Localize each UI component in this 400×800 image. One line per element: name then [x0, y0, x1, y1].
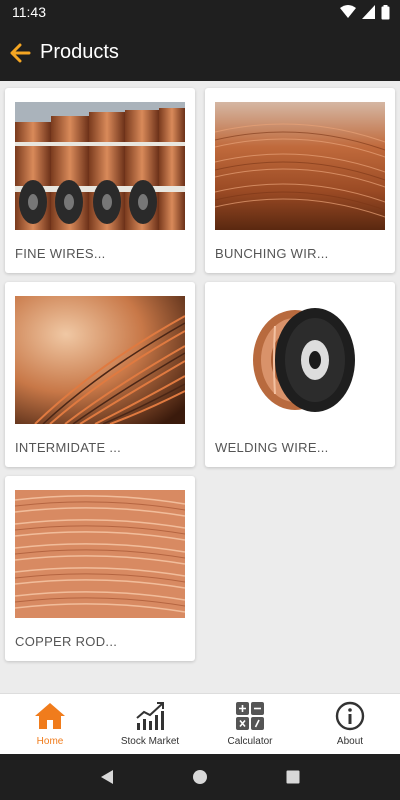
product-label: COPPER ROD... [15, 634, 118, 649]
nav-calculator[interactable]: Calculator [200, 694, 300, 754]
nav-stock-market[interactable]: Stock Market [100, 694, 200, 754]
nav-label: Calculator [227, 736, 273, 747]
circle-home-icon [192, 770, 207, 784]
product-image [15, 296, 185, 424]
product-card-intermidate[interactable]: INTERMIDATE ... [5, 282, 195, 467]
app-bar: Products [0, 24, 400, 81]
nav-about[interactable]: About [300, 694, 400, 754]
triangle-back-icon [100, 770, 113, 784]
bottom-nav: Home Stock Market Calculator About [0, 693, 400, 754]
product-grid: FINE WIRES... BUNCHING WIR... INTERMIDAT… [0, 81, 400, 693]
product-card-copper-rod[interactable]: COPPER ROD... [5, 476, 195, 661]
product-card-welding-wire[interactable]: WELDING WIRE... [205, 282, 395, 467]
square-recents-icon [286, 770, 300, 784]
product-image [215, 296, 385, 424]
system-nav-bar [0, 754, 400, 800]
system-recents-button[interactable] [273, 757, 313, 797]
signal-icon [362, 5, 375, 19]
wifi-icon [340, 5, 356, 18]
status-time: 11:43 [12, 4, 46, 20]
product-image [15, 490, 185, 618]
product-label: WELDING WIRE... [215, 440, 329, 455]
status-icons [340, 4, 390, 20]
battery-icon [381, 4, 390, 19]
back-button[interactable] [0, 24, 40, 81]
product-image [15, 102, 185, 230]
nav-home[interactable]: Home [0, 694, 100, 754]
nav-label: Home [36, 736, 64, 747]
info-icon [334, 700, 366, 732]
arrow-back-icon [10, 43, 31, 62]
product-image [215, 102, 385, 230]
product-card-bunching-wire[interactable]: BUNCHING WIR... [205, 88, 395, 273]
system-home-button[interactable] [180, 757, 220, 797]
product-label: INTERMIDATE ... [15, 440, 122, 455]
calculator-icon [234, 700, 266, 732]
product-label: BUNCHING WIR... [215, 246, 329, 261]
nav-label: About [336, 736, 364, 747]
nav-label: Stock Market [120, 736, 180, 747]
system-back-button[interactable] [87, 757, 127, 797]
product-label: FINE WIRES... [15, 246, 106, 261]
product-card-fine-wires[interactable]: FINE WIRES... [5, 88, 195, 273]
chart-icon [134, 700, 166, 732]
status-bar: 11:43 [0, 0, 400, 24]
home-icon [34, 700, 66, 732]
page-title: Products [40, 41, 119, 63]
